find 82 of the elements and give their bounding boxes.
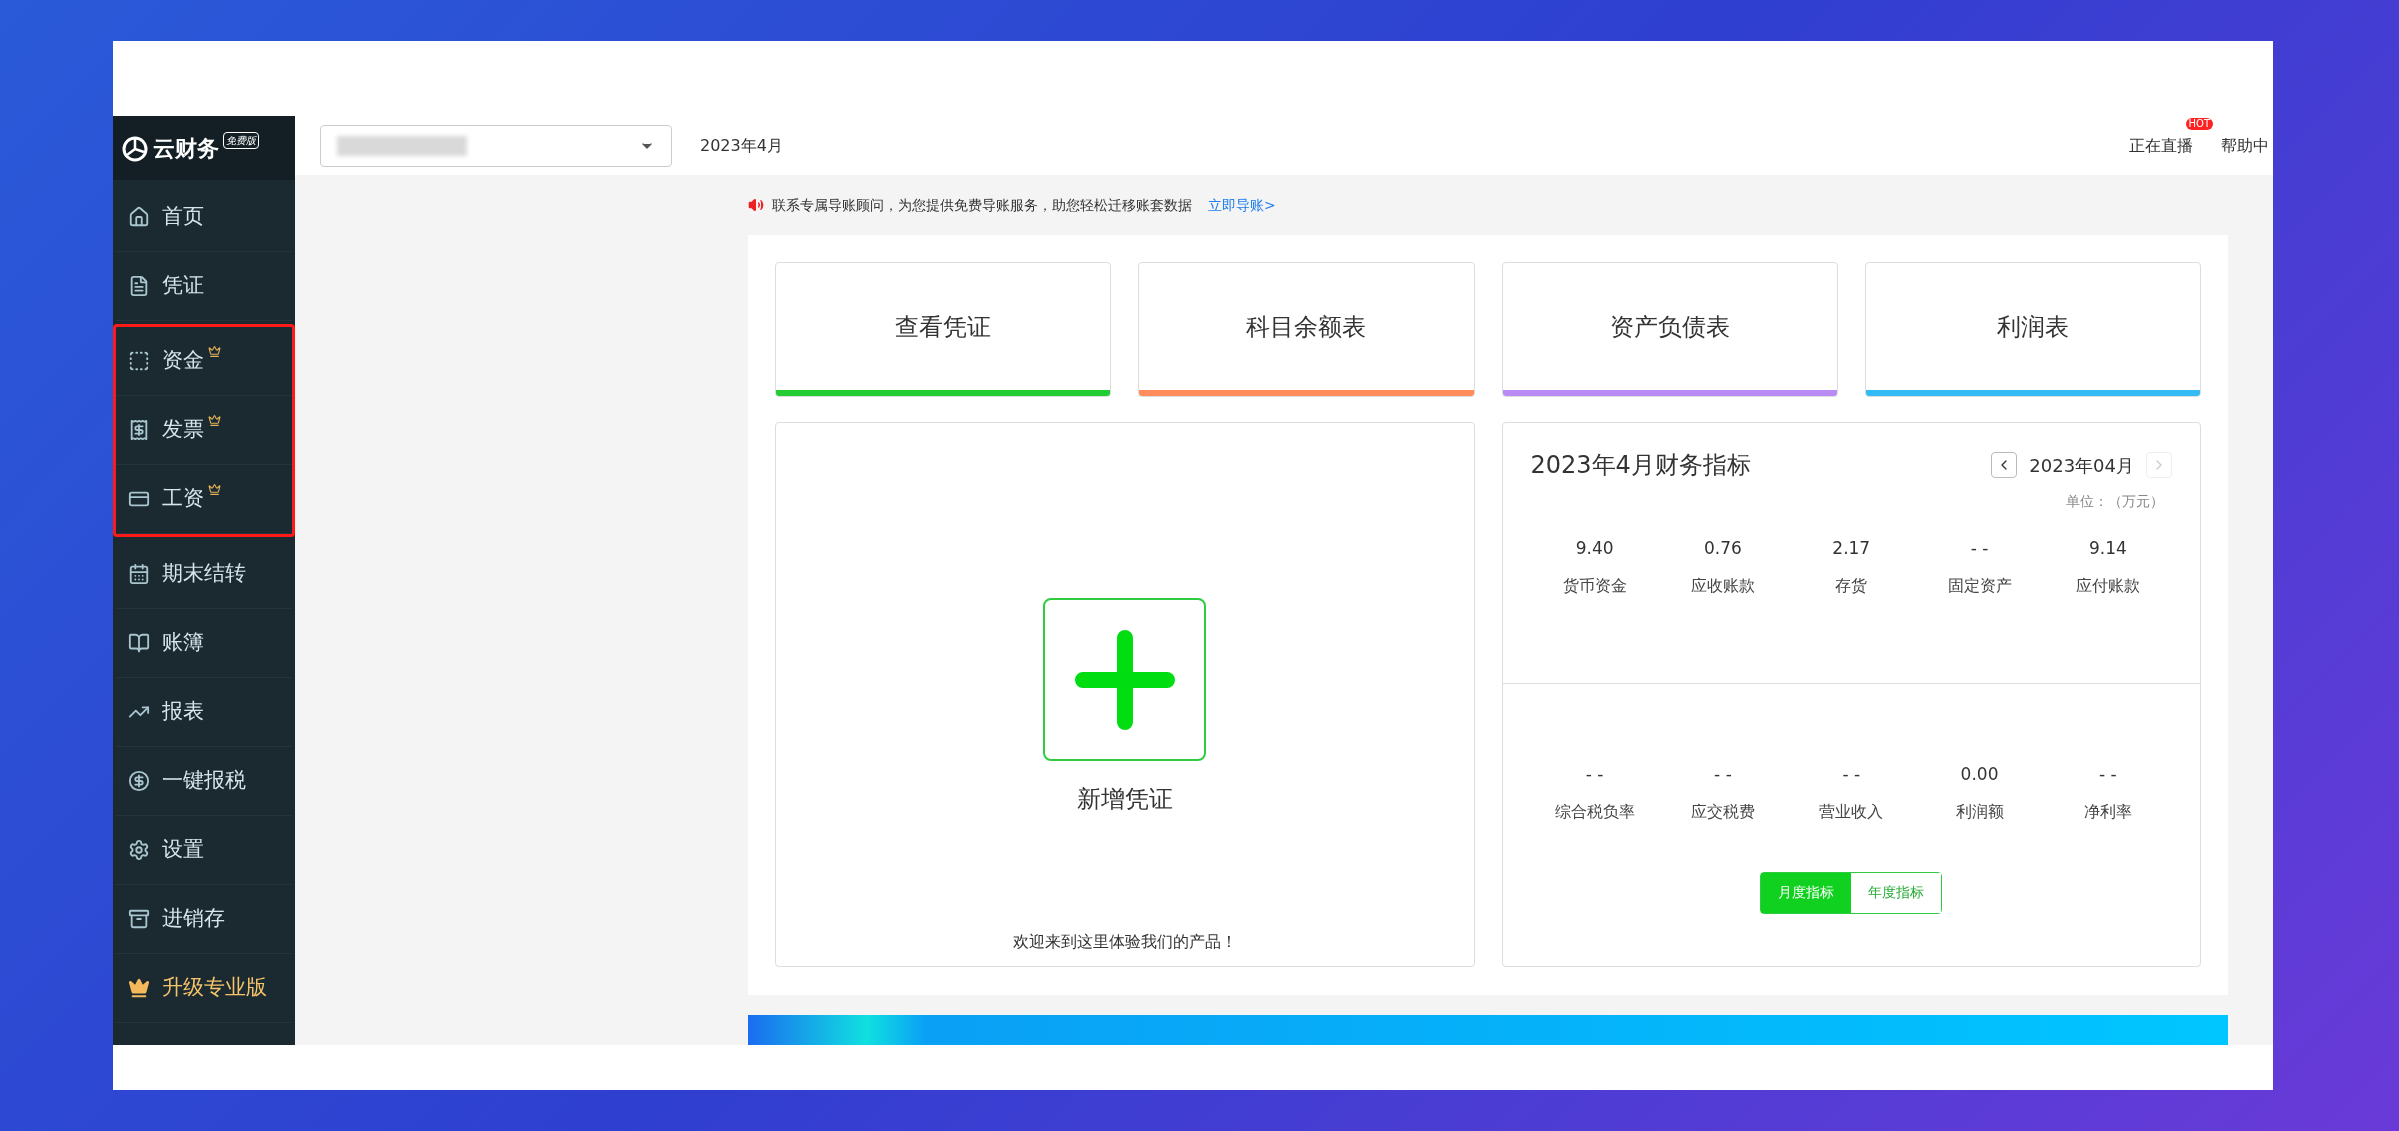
sidebar-item[interactable]: 报表 (116, 678, 292, 747)
sidebar-label: 凭证 (162, 272, 204, 300)
sidebar-item[interactable]: 资金 (116, 327, 292, 396)
sidebar-label: 账簿 (162, 629, 204, 657)
welcome-text: 欢迎来到这里体验我们的产品！ (1012, 931, 1237, 953)
previous-month-button[interactable] (1991, 452, 2018, 478)
sidebar-item[interactable]: 首页 (116, 183, 292, 252)
indicator-value: 2.17 (1832, 537, 1871, 560)
sidebar-label: 资金 (162, 347, 204, 375)
add-voucher-button[interactable] (1043, 598, 1207, 761)
sidebar-item[interactable]: 一键报税 (116, 747, 292, 816)
header-link[interactable]: 帮助中 (2221, 133, 2269, 158)
sidebar-label: 工资 (162, 485, 204, 513)
receipt-icon (128, 419, 150, 441)
indicator-label: 货币资金 (1562, 574, 1627, 597)
indicator-label: 利润额 (1955, 800, 2004, 823)
logo-icon (121, 134, 149, 162)
shortcut-label: 查看凭证 (894, 311, 993, 343)
shelf-icon (128, 908, 150, 930)
settings-icon (128, 839, 150, 861)
sidebar-label: 升级专业版 (162, 974, 267, 1002)
indicator-label: 综合税负率 (1554, 800, 1635, 823)
company-select[interactable] (320, 124, 672, 167)
sidebar-label: 首页 (162, 203, 204, 231)
indicator-value: 0.00 (1960, 763, 1999, 786)
sidebar-item[interactable]: 期末结转 (116, 540, 292, 609)
notice-text: 联系专属导账顾问，为您提供免费导账服务，助您轻松迁移账套数据 (772, 195, 1192, 215)
sidebar-label: 设置 (162, 836, 204, 864)
shortcut-card[interactable]: 利润表 (1864, 262, 2201, 397)
crown-icon (128, 977, 150, 999)
shortcut-label: 科目余额表 (1245, 311, 1368, 343)
speaker-icon (748, 197, 764, 213)
period-label: 2023年4月 (700, 134, 783, 157)
indicator-label: 应收账款 (1690, 574, 1755, 597)
sidebar-item[interactable]: 设置 (116, 816, 292, 885)
shortcut-label: 利润表 (1995, 311, 2070, 343)
indicator-value: - - (1714, 763, 1732, 786)
sidebar-item[interactable]: 进销存 (116, 885, 292, 954)
month-label: 2023年04月 (2029, 453, 2134, 478)
shortcut-card[interactable]: 科目余额表 (1138, 262, 1475, 397)
sidebar-item[interactable]: 升级专业版 (116, 954, 292, 1023)
sidebar-item[interactable]: 凭证 (116, 252, 292, 321)
indicator-label: 净利率 (2083, 800, 2132, 823)
indicators-title: 2023年4月财务指标 (1530, 450, 1751, 481)
new-voucher-label: 新增凭证 (1076, 784, 1173, 815)
unit-label: 单位：（万元） (2066, 492, 2164, 511)
header-link[interactable]: 正在直播 (2129, 133, 2193, 158)
sidebar-label: 期末结转 (162, 560, 246, 588)
indicator-value: 9.40 (1575, 537, 1614, 560)
shortcut-label: 资产负债表 (1608, 311, 1731, 343)
book-icon (128, 632, 150, 654)
hot-badge: HOT (2185, 117, 2213, 130)
sidebar-label: 发票 (162, 416, 204, 444)
dashed-square-icon (128, 350, 150, 372)
indicator-value: - - (1585, 763, 1604, 786)
logo-badge: 免费版 (223, 131, 259, 149)
indicator-value: - - (1842, 763, 1861, 786)
dollar-circle-icon (128, 770, 150, 792)
sidebar-label: 报表 (162, 698, 204, 726)
indicator-value: - - (1970, 537, 1989, 560)
indicator-label: 营业收入 (1819, 800, 1884, 823)
indicator-value: 0.76 (1704, 537, 1742, 560)
document-icon (128, 275, 150, 297)
logo-text: 云财务 (153, 134, 219, 163)
notice-link[interactable]: 立即导账> (1208, 194, 1276, 216)
shortcut-card[interactable]: 资产负债表 (1501, 262, 1838, 397)
sidebar-item[interactable]: 工资 (116, 465, 292, 534)
next-month-button[interactable] (2146, 452, 2172, 478)
shortcut-card[interactable]: 查看凭证 (775, 262, 1112, 397)
sidebar-item[interactable]: 账簿 (116, 609, 292, 678)
sidebar-item[interactable]: 发票 (116, 396, 292, 465)
indicator-value: - - (2099, 763, 2117, 786)
calendar-icon (128, 563, 150, 585)
sidebar-label: 一键报税 (162, 767, 246, 795)
indicator-label: 固定资产 (1947, 574, 2012, 597)
sidebar-label: 进销存 (162, 905, 225, 933)
home-icon (128, 206, 150, 228)
indicator-label: 存货 (1835, 574, 1868, 597)
indicator-label: 应交税费 (1690, 800, 1755, 823)
indicator-value: 9.14 (2088, 537, 2127, 560)
plus-icon (1074, 629, 1175, 730)
indicator-label: 应付账款 (2075, 574, 2140, 597)
